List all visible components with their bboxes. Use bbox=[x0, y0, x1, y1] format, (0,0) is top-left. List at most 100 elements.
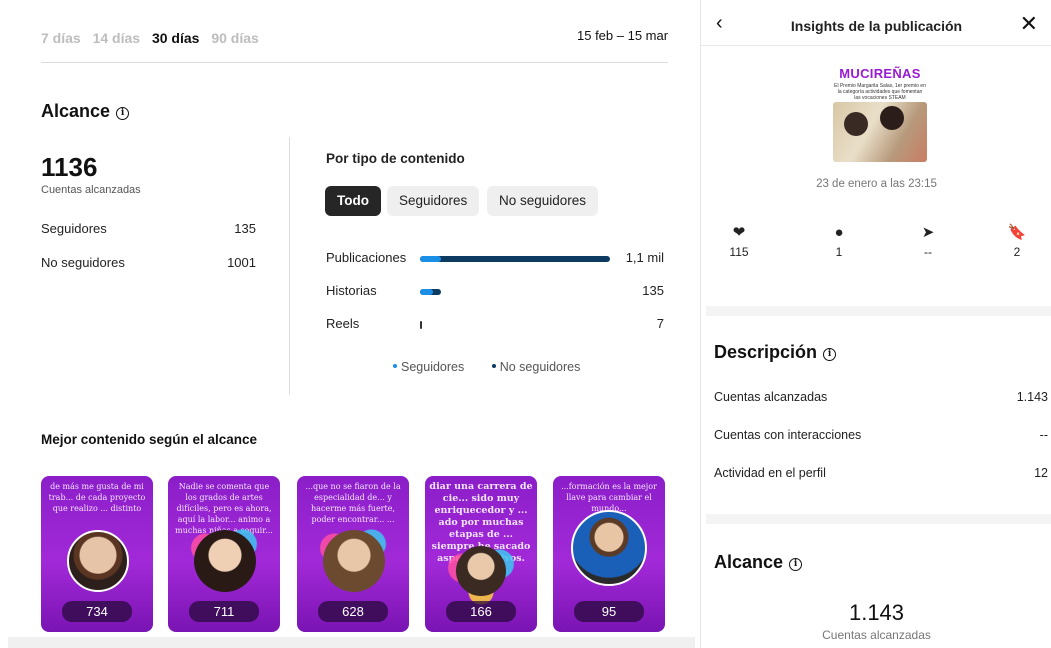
thumbnail-portrait bbox=[194, 530, 256, 592]
thumbnail-portrait bbox=[67, 530, 129, 592]
row-label: Historias bbox=[326, 283, 377, 298]
row-value: 1.143 bbox=[1016, 390, 1048, 404]
divider bbox=[41, 62, 668, 63]
content-thumbnail[interactable]: de más me gusta de mi trab... de cada pr… bbox=[41, 476, 153, 632]
panel-title: Insights de la publicación bbox=[790, 18, 963, 34]
content-row-reels: Reels 7 bbox=[326, 316, 664, 331]
thumbnail-text: de más me gusta de mi trab... de cada pr… bbox=[48, 482, 146, 513]
row-value: 12 bbox=[1034, 466, 1048, 480]
tab-90-days[interactable]: 90 días bbox=[211, 30, 258, 46]
row-value: -- bbox=[1039, 428, 1048, 442]
row-label: Cuentas con interacciones bbox=[714, 428, 862, 442]
info-icon[interactable]: i bbox=[823, 348, 837, 361]
info-icon[interactable]: i bbox=[789, 558, 803, 571]
content-thumbnail[interactable]: Nadie se comenta que los grados de artes… bbox=[168, 476, 280, 632]
thumbnail-portrait bbox=[323, 530, 385, 592]
content-legend: Seguidores No seguidores bbox=[393, 360, 580, 374]
description-row: Cuentas alcanzadas 1.143 bbox=[714, 390, 1048, 404]
legend-followers: Seguidores bbox=[393, 360, 464, 374]
legend-label: Seguidores bbox=[401, 360, 465, 374]
reach-bar bbox=[420, 321, 422, 329]
tab-7-days[interactable]: 7 días bbox=[41, 30, 81, 46]
reach-total: 1136 bbox=[41, 152, 98, 182]
content-thumbnail[interactable]: diar una carrera de cie... sido muy enri… bbox=[425, 476, 537, 632]
reach-title-text: Alcance bbox=[41, 101, 111, 121]
legend-non-followers: No seguidores bbox=[491, 360, 581, 374]
period-tabs: 7 días 14 días 30 días 90 días bbox=[41, 30, 267, 46]
legend-label: No seguidores bbox=[499, 360, 581, 374]
stat-value: 1 bbox=[835, 245, 843, 259]
reach-bar-followers bbox=[420, 289, 433, 295]
filter-followers-button[interactable]: Seguidores bbox=[387, 186, 480, 216]
reach-bar-followers bbox=[420, 256, 441, 262]
section-divider bbox=[706, 306, 1051, 316]
content-thumbnail[interactable]: ...formación es la mejor llave para camb… bbox=[553, 476, 665, 632]
person-figure bbox=[880, 106, 904, 130]
post-thumbnail[interactable]: MUCIREÑAS El Premio Margarita Salas, 1er… bbox=[832, 64, 928, 162]
person-figure bbox=[844, 112, 868, 136]
share-icon: ➤ bbox=[921, 224, 935, 241]
reach-row-non-followers: No seguidores 1001 bbox=[41, 255, 256, 270]
reach-bar bbox=[420, 256, 610, 262]
bookmark-icon: 🔖 bbox=[1007, 224, 1027, 241]
filter-non-followers-button[interactable]: No seguidores bbox=[487, 186, 599, 216]
stat-value: -- bbox=[924, 245, 932, 259]
content-type-title: Por tipo de contenido bbox=[326, 151, 465, 166]
close-icon[interactable]: ✕ bbox=[1020, 11, 1038, 37]
post-brand: MUCIREÑAS bbox=[839, 66, 921, 81]
comment-icon: ● bbox=[834, 224, 844, 241]
description-title-text: Descripción bbox=[714, 342, 818, 362]
reach-count: 734 bbox=[62, 601, 132, 622]
best-content-title: Mejor contenido según el alcance bbox=[41, 432, 258, 447]
info-icon[interactable]: i bbox=[116, 107, 130, 120]
reach-count: 711 bbox=[189, 601, 259, 622]
panel-reach-title-text: Alcance bbox=[714, 552, 784, 572]
reach-bar bbox=[420, 289, 441, 295]
legend-dot bbox=[491, 364, 496, 368]
row-value: 135 bbox=[234, 221, 256, 236]
horizontal-scrollbar[interactable] bbox=[8, 637, 695, 648]
tab-14-days[interactable]: 14 días bbox=[93, 30, 140, 46]
row-label: Seguidores bbox=[41, 221, 107, 236]
panel-header: ‹ Insights de la publicación ✕ bbox=[701, 0, 1051, 46]
stat-saves: 🔖 2 bbox=[997, 224, 1037, 260]
description-row: Actividad en el perfil 12 bbox=[714, 466, 1048, 480]
reach-row-followers: Seguidores 135 bbox=[41, 221, 256, 236]
row-label: Actividad en el perfil bbox=[714, 466, 826, 480]
post-caption: El Premio Margarita Salas, 1er premio en… bbox=[834, 83, 926, 101]
stat-value: 2 bbox=[1013, 245, 1021, 259]
row-value: 1,1 mil bbox=[625, 250, 664, 265]
legend-dot bbox=[393, 364, 397, 368]
insights-main-panel: 7 días 14 días 30 días 90 días 15 feb – … bbox=[0, 0, 700, 648]
stat-likes: ❤ 115 bbox=[719, 224, 759, 260]
content-row-stories: Historias 135 bbox=[326, 283, 664, 298]
reach-total-label: Cuentas alcanzadas bbox=[41, 184, 141, 196]
post-date: 23 de enero a las 23:15 bbox=[816, 178, 937, 190]
thumbnail-portrait bbox=[571, 510, 647, 586]
date-range[interactable]: 15 feb – 15 mar bbox=[577, 28, 668, 43]
stat-shares: ➤ -- bbox=[908, 224, 948, 260]
content-thumbnail[interactable]: ...que no se fiaron de la especialidad d… bbox=[297, 476, 409, 632]
description-title: Descripción i bbox=[714, 342, 837, 363]
row-value: 7 bbox=[656, 316, 664, 331]
vertical-divider bbox=[289, 137, 290, 395]
reach-count: 166 bbox=[446, 601, 516, 622]
stat-comments: ● 1 bbox=[819, 224, 859, 260]
reach-count: 95 bbox=[574, 601, 644, 622]
row-label: No seguidores bbox=[41, 255, 125, 270]
row-label: Reels bbox=[326, 316, 360, 331]
row-value: 135 bbox=[642, 283, 664, 298]
thumbnail-portrait bbox=[456, 546, 506, 596]
heart-icon: ❤ bbox=[732, 224, 746, 241]
reach-title: Alcance i bbox=[41, 101, 130, 122]
description-row: Cuentas con interacciones -- bbox=[714, 428, 1048, 442]
panel-reach-title: Alcance i bbox=[714, 552, 803, 573]
filter-all-button[interactable]: Todo bbox=[325, 186, 381, 216]
panel-reach-total: 1.143 bbox=[848, 600, 905, 625]
row-label: Publicaciones bbox=[326, 250, 407, 265]
row-value: 1001 bbox=[227, 255, 256, 270]
reach-count: 628 bbox=[318, 601, 388, 622]
tab-30-days[interactable]: 30 días bbox=[152, 30, 199, 46]
panel-reach-label: Cuentas alcanzadas bbox=[822, 628, 931, 642]
section-divider bbox=[706, 514, 1051, 524]
